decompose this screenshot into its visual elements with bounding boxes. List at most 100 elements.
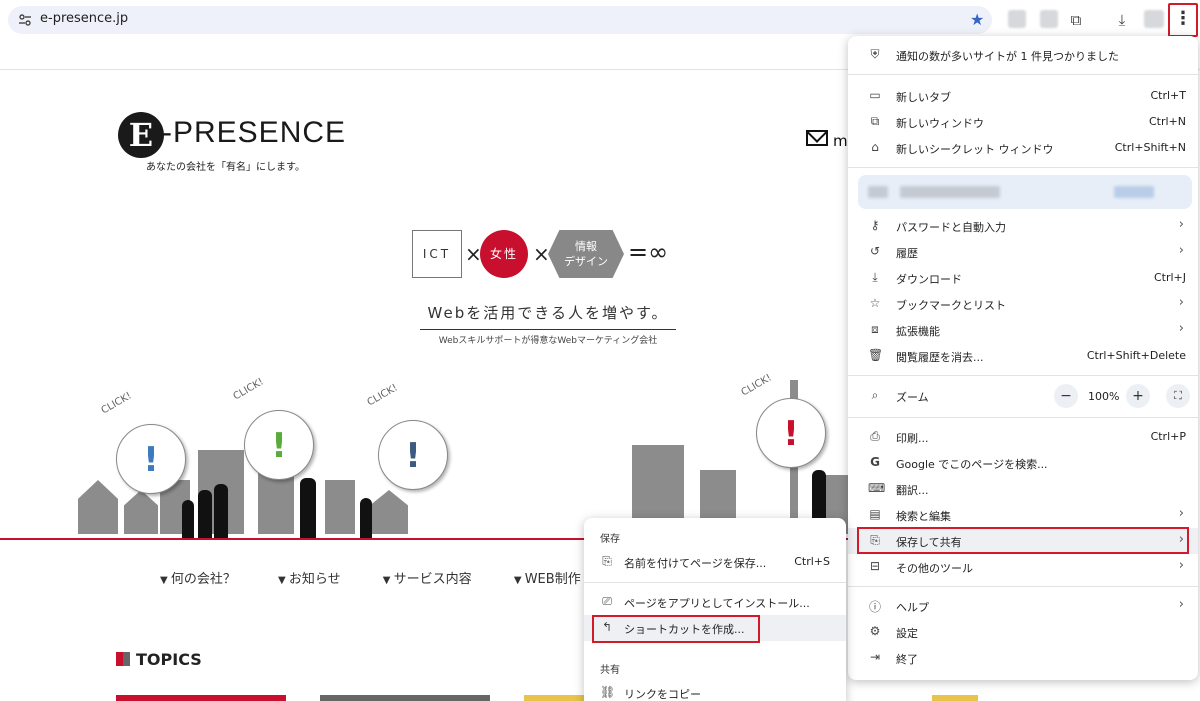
menu-item-incognito[interactable]: ⌂ 新しいシークレット ウィンドウ Ctrl+Shift+N [848,135,1198,161]
site-nav: 何の会社？ お知らせ サービス内容 WEB制作 [160,568,619,587]
browser-toolbar: e-presence.jp ★ ⧉ ⤓ ⋮ [0,0,1200,40]
menu-separator [848,375,1198,376]
submenu-label: ページをアプリとしてインストール... [624,597,810,610]
topic-category-bar[interactable] [524,695,584,701]
menu-item-passwords[interactable]: ⚷ パスワードと自動入力 › [848,213,1198,239]
gear-icon: ⚙ [869,624,881,638]
chevron-right-icon: › [1178,506,1184,521]
menu-label: ブックマークとリスト [896,299,1006,312]
topics-heading: TOPICS [116,650,202,669]
help-icon: ⓘ [868,600,881,614]
incognito-icon: ⌂ [871,140,879,154]
highlight-frame [857,527,1189,554]
menu-item-history[interactable]: ↺ 履歴 › [848,239,1198,265]
nav-item-about[interactable]: 何の会社？ [160,572,236,587]
menu-item-print[interactable]: ⎙ 印刷... Ctrl+P [848,424,1198,450]
fullscreen-icon[interactable]: ⛶ [1166,384,1190,408]
info-design-hexagon: 情報 デザイン [548,230,624,278]
topic-category-bar[interactable] [116,695,286,701]
menu-item-more-tools[interactable]: ⊟ その他のツール › [848,554,1198,580]
click-bubble-green[interactable]: ! [244,410,314,480]
menu-item-settings[interactable]: ⚙ 設定 [848,619,1198,645]
nav-item-services[interactable]: サービス内容 [383,572,472,587]
menu-item-translate[interactable]: ⌨ 翻訳... [848,476,1198,502]
menu-item-extensions[interactable]: ⧈ 拡張機能 › [848,317,1198,343]
click-bubble-red[interactable]: ! [756,398,826,468]
submenu-item-copy-link[interactable]: ⛓ リンクをコピー [584,680,846,701]
chevron-right-icon: › [1178,321,1184,336]
menu-item-notification-warning[interactable]: ⛨ 通知の数が多いサイトが 1 件見つかりました [848,42,1198,68]
chevron-right-icon: › [1178,243,1184,258]
trash-icon: 🗑 [868,348,884,362]
mail-icon[interactable] [806,130,828,146]
mail-text[interactable]: m [833,132,848,150]
chevron-right-icon: › [1178,558,1184,573]
submenu-label: 名前を付けてページを保存... [624,557,767,570]
translate-icon: ⌨ [868,481,886,495]
highlight-frame [592,615,760,643]
menu-label: ダウンロード [896,273,962,286]
download-icon[interactable]: ⤓ [1112,10,1132,30]
submenu-header-share: 共有 [600,665,620,676]
profile-avatar[interactable] [1144,10,1164,28]
house-silhouette [124,490,158,534]
click-bubble-blue[interactable]: ! [116,424,186,494]
hexagon-line1: 情報 [575,240,597,253]
menu-item-new-window[interactable]: ⧉ 新しいウィンドウ Ctrl+N [848,109,1198,135]
profile-status-blurred [1114,186,1154,198]
menu-label: 拡張機能 [896,325,940,338]
nav-item-news[interactable]: お知らせ [278,572,341,587]
zoom-out-button[interactable]: − [1054,384,1078,408]
bookmark-star-icon[interactable]: ★ [970,10,984,29]
menu-label: 検索と編集 [896,510,951,523]
menu-separator [848,586,1198,587]
topic-category-bar[interactable] [320,695,490,701]
person-silhouette [198,490,212,540]
submenu-shortcut: Ctrl+S [794,555,830,568]
ict-box: ICT [412,230,462,278]
house-silhouette [370,490,408,534]
submenu-item-save-page-as[interactable]: ⎘ 名前を付けてページを保存... Ctrl+S [584,549,846,575]
key-icon: ⚷ [870,218,880,232]
menu-item-clear-browsing-data[interactable]: 🗑 閲覧履歴を消去... Ctrl+Shift+Delete [848,343,1198,369]
topic-category-bar[interactable] [932,695,978,701]
chevron-right-icon: › [1178,295,1184,310]
chrome-menu-button[interactable]: ⋮ [1168,3,1198,37]
menu-item-new-tab[interactable]: ▭ 新しいタブ Ctrl+T [848,83,1198,109]
save-page-icon: ⎘ [602,554,612,568]
menu-item-exit[interactable]: ⇥ 終了 [848,645,1198,671]
site-info-icon[interactable] [18,13,32,27]
history-icon: ↺ [869,244,881,258]
address-bar[interactable]: e-presence.jp ★ [8,6,992,34]
menu-shortcut: Ctrl+N [1148,115,1186,128]
submenu-header-save: 保存 [600,534,620,545]
menu-item-profile[interactable] [858,175,1192,209]
menu-shortcut: Ctrl+Shift+N [1114,141,1186,154]
menu-item-google-search[interactable]: G Google でこのページを検索... [848,450,1198,476]
shield-icon: ⛨ [870,47,880,61]
chevron-right-icon: › [1178,217,1184,232]
menu-item-search-edit[interactable]: ▤ 検索と編集 › [848,502,1198,528]
house-silhouette [78,480,118,534]
printer-icon: ⎙ [870,429,880,443]
extensions-puzzle-icon[interactable]: ⧉ [1066,10,1086,30]
menu-label: 終了 [896,653,918,666]
url-text[interactable]: e-presence.jp [40,11,128,26]
nav-item-web[interactable]: WEB制作 [514,572,581,587]
submenu-item-install-app[interactable]: ⎚ ページをアプリとしてインストール... [584,589,846,615]
puzzle-icon: ⧈ [871,322,879,336]
menu-label: 翻訳... [896,484,929,497]
person-silhouette [300,478,316,540]
menu-item-downloads[interactable]: ⤓ ダウンロード Ctrl+J [848,265,1198,291]
menu-item-bookmarks[interactable]: ☆ ブックマークとリスト › [848,291,1198,317]
blurred-extension-icon[interactable] [1008,10,1026,28]
menu-item-help[interactable]: ⓘ ヘルプ › [848,593,1198,619]
menu-separator [848,74,1198,75]
menu-label: 閲覧履歴を消去... [896,351,984,364]
click-bubble-navy[interactable]: ! [378,420,448,490]
blurred-extension-icon[interactable] [1040,10,1058,28]
submenu-label: リンクをコピー [624,688,701,701]
menu-shortcut: Ctrl+J [1153,271,1186,284]
zoom-in-button[interactable]: + [1126,384,1150,408]
building-silhouette [325,480,355,534]
